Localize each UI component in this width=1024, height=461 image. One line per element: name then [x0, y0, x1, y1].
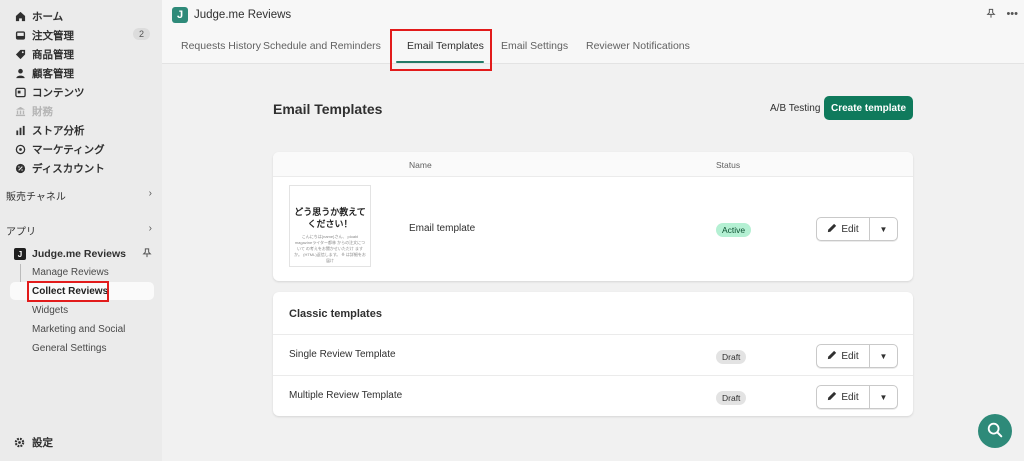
table-header: Name Status — [273, 152, 913, 177]
sales-channels-label: 販売チャネル — [6, 192, 66, 203]
status-badge: Active — [716, 223, 752, 237]
classic-templates-card: Classic templates Single Review Template… — [273, 292, 913, 416]
orders-count-badge: 2 — [132, 28, 150, 40]
gear-icon — [14, 437, 26, 448]
create-template-button[interactable]: Create template — [824, 96, 913, 120]
edit-label: Edit — [841, 350, 859, 362]
email-templates-card: Name Status どう思うか教えてください！ こんにちは{name}さん、… — [273, 152, 913, 281]
thumbnail-body-text: こんにちは{name}さん、 ploabl magazineライター都林 からの… — [294, 234, 366, 263]
chevron-down-icon[interactable]: ▼ — [870, 218, 897, 240]
sales-channels-section[interactable]: 販売チャネル › — [6, 188, 156, 203]
sidebar-item-discounts[interactable]: ディスカウント — [14, 159, 154, 177]
sidebar-item-content[interactable]: コンテンツ — [14, 83, 154, 101]
edit-button-group: Edit ▼ — [816, 385, 898, 409]
highlight-box-email-templates — [390, 29, 492, 71]
target-icon — [14, 143, 26, 155]
sidebar-item-analytics[interactable]: ストア分析 — [14, 121, 154, 139]
sidebar-item-customers[interactable]: 顧客管理 — [14, 64, 154, 82]
pencil-icon — [827, 350, 837, 363]
sidebar-item-settings[interactable]: 設定 — [14, 435, 53, 450]
home-icon — [14, 10, 26, 22]
edit-button[interactable]: Edit — [817, 386, 870, 408]
template-name[interactable]: Email template — [409, 223, 475, 234]
status-badge: Draft — [716, 350, 747, 364]
settings-label: 設定 — [32, 437, 53, 449]
sidebar-item-products[interactable]: 商品管理 — [14, 45, 154, 63]
template-name[interactable]: Multiple Review Template — [289, 390, 402, 401]
chevron-down-icon[interactable]: ▼ — [870, 386, 897, 408]
pin-icon[interactable] — [986, 8, 996, 22]
column-header-name: Name — [409, 160, 432, 170]
chevron-right-icon: › — [148, 188, 152, 199]
divider — [273, 375, 913, 376]
search-icon — [986, 421, 1004, 442]
sidebar-item-finance[interactable]: 財務 — [14, 102, 154, 120]
sidebar-item-label: コンテンツ — [32, 86, 85, 99]
pin-icon[interactable] — [142, 248, 152, 261]
divider — [273, 334, 913, 335]
content-icon — [14, 86, 26, 98]
discount-icon — [14, 162, 26, 174]
tab-requests-history[interactable]: Requests History — [181, 40, 261, 52]
sidebar-item-marketing[interactable]: マーケティング — [14, 140, 154, 158]
page-title: Email Templates — [273, 101, 383, 117]
sidebar-item-label: マーケティング — [32, 143, 105, 156]
edit-button[interactable]: Edit — [817, 345, 870, 367]
chevron-down-icon[interactable]: ▼ — [870, 345, 897, 367]
edit-label: Edit — [841, 391, 859, 403]
sidebar-sub-general-settings[interactable]: General Settings — [32, 340, 107, 356]
bank-icon — [14, 105, 26, 117]
sidebar-item-orders[interactable]: 注文管理 2 — [14, 26, 154, 44]
sidebar-item-label: 顧客管理 — [32, 67, 74, 80]
sidebar-item-label: 財務 — [32, 105, 53, 118]
sidebar-sub-widgets[interactable]: Widgets — [32, 302, 68, 318]
apps-label: アプリ — [6, 227, 36, 238]
more-options-icon[interactable]: ••• — [1006, 8, 1018, 22]
sidebar-item-label: ディスカウント — [32, 162, 105, 175]
highlight-box-collect-reviews — [27, 281, 109, 302]
sidebar-item-label: ホーム — [32, 10, 64, 23]
edit-button-group: Edit ▼ — [816, 344, 898, 368]
bar-chart-icon — [14, 124, 26, 136]
inbox-icon — [14, 29, 26, 41]
header-actions: ••• — [986, 8, 1018, 22]
judgeme-logo-icon: J — [14, 248, 26, 260]
tab-schedule-reminders[interactable]: Schedule and Reminders — [263, 40, 381, 52]
classic-templates-title: Classic templates — [289, 308, 382, 320]
sidebar-item-home[interactable]: ホーム — [14, 7, 154, 25]
app-name: Judge.me Reviews — [32, 248, 126, 260]
sidebar: ホーム 注文管理 2 商品管理 顧客管理 コンテンツ 財務 ストア分析 マーケテ… — [0, 0, 162, 461]
sidebar-sub-marketing-social[interactable]: Marketing and Social — [32, 321, 125, 337]
thumbnail-heading: どう思うか教えてください！ — [294, 207, 366, 229]
chevron-right-icon: › — [148, 223, 152, 234]
sidebar-sub-manage-reviews[interactable]: Manage Reviews — [32, 264, 109, 280]
edit-button-group: Edit ▼ — [816, 217, 898, 241]
sidebar-item-label: 注文管理 — [32, 29, 74, 42]
status-badge: Draft — [716, 391, 747, 405]
template-name[interactable]: Single Review Template — [289, 349, 396, 360]
tab-bar: Requests History Schedule and Reminders … — [162, 30, 1024, 64]
app-title: Judge.me Reviews — [194, 9, 292, 21]
tab-email-settings[interactable]: Email Settings — [501, 40, 568, 52]
edit-button[interactable]: Edit — [817, 218, 870, 240]
edit-label: Edit — [841, 223, 859, 235]
column-header-status: Status — [716, 160, 741, 170]
tab-reviewer-notifications[interactable]: Reviewer Notifications — [586, 40, 690, 52]
sidebar-item-label: 商品管理 — [32, 48, 74, 61]
template-preview-thumbnail[interactable]: どう思うか教えてください！ こんにちは{name}さん、 ploabl maga… — [289, 185, 371, 267]
help-search-button[interactable] — [978, 414, 1012, 448]
tag-icon — [14, 48, 26, 60]
pencil-icon — [827, 391, 837, 404]
app-header: J Judge.me Reviews ••• — [162, 0, 1024, 30]
sidebar-item-label: ストア分析 — [32, 124, 85, 137]
apps-section[interactable]: アプリ › — [6, 223, 156, 238]
person-icon — [14, 67, 26, 79]
pencil-icon — [827, 223, 837, 236]
judgeme-app-icon: J — [172, 7, 188, 23]
ab-testing-link[interactable]: A/B Testing — [770, 103, 820, 114]
sidebar-app-judgeme[interactable]: J Judge.me Reviews — [14, 245, 154, 263]
